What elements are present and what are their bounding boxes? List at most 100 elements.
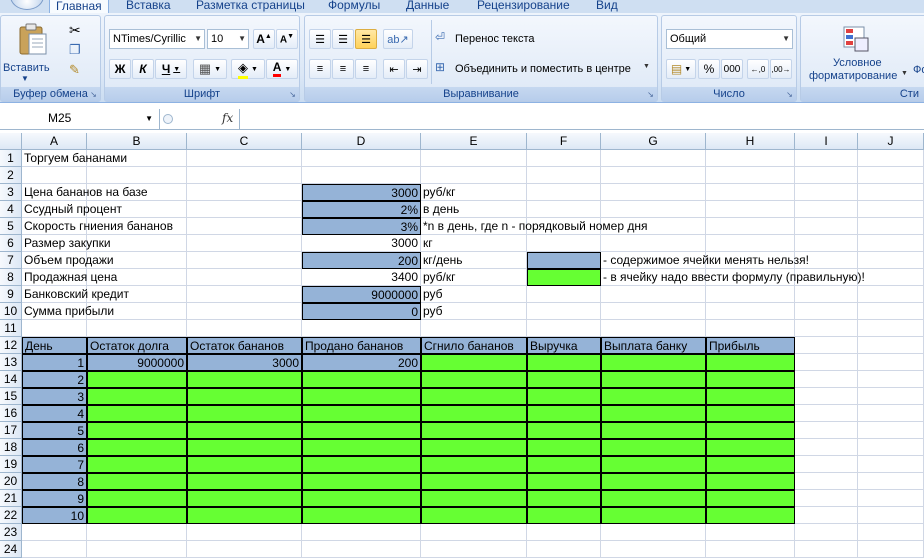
cell[interactable] (527, 524, 601, 541)
table-cell[interactable] (421, 439, 527, 456)
cell[interactable] (795, 422, 858, 439)
param-label[interactable]: Размер закупки (22, 235, 302, 252)
thousands-button[interactable]: 000 (721, 59, 743, 79)
cell[interactable] (706, 541, 795, 558)
param-label[interactable]: Цена бананов на базе (22, 184, 302, 201)
table-cell[interactable] (87, 490, 187, 507)
clipboard-launcher-icon[interactable]: ↘ (89, 90, 98, 99)
table-day[interactable]: 2 (22, 371, 87, 388)
table-cell[interactable] (601, 422, 706, 439)
cell[interactable] (858, 456, 924, 473)
param-label[interactable]: Сумма прибыли (22, 303, 302, 320)
cell[interactable] (858, 354, 924, 371)
row-header-24[interactable]: 24 (0, 541, 22, 558)
cell[interactable] (858, 150, 924, 167)
table-cell[interactable] (302, 507, 421, 524)
cell[interactable] (858, 337, 924, 354)
name-box[interactable]: M25 ▼ (0, 109, 160, 129)
table-cell[interactable]: 3000 (187, 354, 302, 371)
table-day[interactable]: 7 (22, 456, 87, 473)
table-cell[interactable] (87, 371, 187, 388)
table-day[interactable]: 10 (22, 507, 87, 524)
param-value[interactable]: 3400 (302, 269, 421, 286)
font-name-combo[interactable]: NTimes/Cyrillic ▼ (109, 29, 205, 49)
table-cell[interactable] (527, 405, 601, 422)
increase-decimal-button[interactable]: ←,0 (747, 59, 769, 79)
cell[interactable] (22, 167, 87, 184)
cell[interactable] (706, 320, 795, 337)
column-header-e[interactable]: E (421, 133, 527, 150)
cell[interactable] (858, 490, 924, 507)
table-cell[interactable] (706, 371, 795, 388)
cell[interactable] (302, 524, 421, 541)
cell[interactable] (527, 541, 601, 558)
row-header-21[interactable]: 21 (0, 490, 22, 507)
table-cell[interactable] (706, 405, 795, 422)
table-cell[interactable] (87, 456, 187, 473)
cell[interactable] (22, 320, 87, 337)
cell[interactable] (858, 507, 924, 524)
table-cell[interactable] (601, 507, 706, 524)
table-cell[interactable] (706, 507, 795, 524)
font-size-combo[interactable]: 10 ▼ (207, 29, 249, 49)
format-table-label[interactable]: Фо (913, 64, 924, 76)
legend-blue-text[interactable]: - содержимое ячейки менять нельзя! (601, 252, 924, 269)
table-cell[interactable] (527, 354, 601, 371)
legend-green-text[interactable]: - в ячейку надо ввести формулу (правильн… (601, 269, 924, 286)
grow-font-button[interactable]: A▲ (253, 29, 275, 49)
tab-data[interactable]: Данные (406, 0, 449, 13)
table-day[interactable]: 5 (22, 422, 87, 439)
table-header[interactable]: Выручка (527, 337, 601, 354)
table-cell[interactable] (187, 405, 302, 422)
cell[interactable] (858, 388, 924, 405)
cell[interactable] (795, 405, 858, 422)
param-unit[interactable]: руб/кг (421, 184, 924, 201)
format-painter-icon[interactable]: ✎ (69, 62, 80, 78)
cell[interactable] (858, 422, 924, 439)
table-cell[interactable] (527, 388, 601, 405)
cell[interactable] (187, 167, 302, 184)
column-header-h[interactable]: H (706, 133, 795, 150)
cell[interactable] (795, 456, 858, 473)
row-header-5[interactable]: 5 (0, 218, 22, 235)
param-unit[interactable]: руб (421, 286, 924, 303)
cell[interactable] (87, 541, 187, 558)
table-cell[interactable] (87, 439, 187, 456)
row-header-16[interactable]: 16 (0, 405, 22, 422)
column-header-d[interactable]: D (302, 133, 421, 150)
cell[interactable] (795, 354, 858, 371)
table-cell[interactable] (87, 507, 187, 524)
cell[interactable] (601, 167, 706, 184)
column-header-b[interactable]: B (87, 133, 187, 150)
cell[interactable] (858, 524, 924, 541)
table-cell[interactable] (601, 473, 706, 490)
cell[interactable] (858, 167, 924, 184)
table-cell[interactable] (527, 507, 601, 524)
paste-button[interactable]: Вставить ▼ (3, 20, 53, 83)
param-label[interactable]: Скорость гниения бананов (22, 218, 302, 235)
row-header-8[interactable]: 8 (0, 269, 22, 286)
table-cell[interactable] (187, 507, 302, 524)
column-header-c[interactable]: C (187, 133, 302, 150)
table-day[interactable]: 8 (22, 473, 87, 490)
cell[interactable] (795, 388, 858, 405)
cell[interactable] (601, 541, 706, 558)
cell[interactable] (795, 541, 858, 558)
font-color-button[interactable]: A ▼ (266, 59, 298, 79)
increase-indent-button[interactable]: ⇥ (406, 59, 428, 79)
cell[interactable] (795, 490, 858, 507)
table-cell[interactable] (302, 456, 421, 473)
table-cell[interactable] (302, 422, 421, 439)
table-cell[interactable] (421, 371, 527, 388)
align-top-button[interactable]: ☰ (309, 29, 331, 49)
table-cell[interactable] (706, 354, 795, 371)
align-middle-button[interactable]: ☰ (332, 29, 354, 49)
row-header-17[interactable]: 17 (0, 422, 22, 439)
shrink-font-button[interactable]: A▼ (276, 29, 298, 49)
cell[interactable] (187, 524, 302, 541)
align-center-button[interactable]: ≡ (332, 59, 354, 79)
table-day[interactable]: 6 (22, 439, 87, 456)
row-header-6[interactable]: 6 (0, 235, 22, 252)
merge-center-button[interactable]: ⊞ Объединить и поместить в центре ▼ (435, 60, 655, 80)
cell[interactable] (858, 541, 924, 558)
